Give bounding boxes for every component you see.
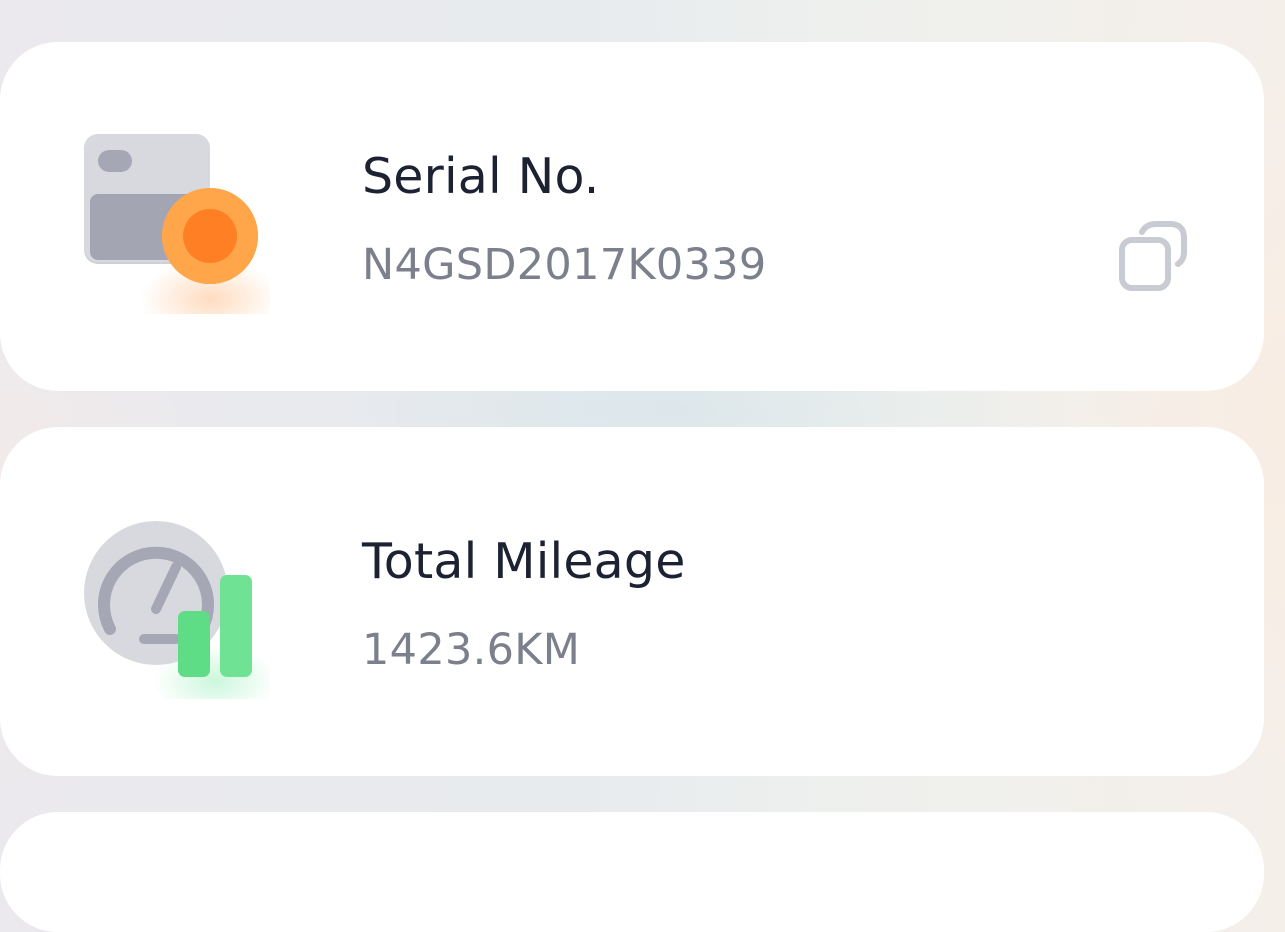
total-mileage-title: Total Mileage	[362, 533, 686, 590]
total-mileage-value: 1423.6KM	[362, 625, 581, 675]
copy-icon[interactable]	[1112, 218, 1192, 298]
serial-number-value: N4GSD2017K0339	[362, 240, 767, 290]
total-mileage-card: Total Mileage 1423.6KM	[0, 427, 1264, 776]
odometer-icon	[80, 519, 270, 699]
serial-card-icon	[80, 134, 270, 314]
serial-number-card: Serial No. N4GSD2017K0339	[0, 42, 1264, 391]
next-card-partial	[0, 812, 1264, 932]
serial-number-title: Serial No.	[362, 148, 600, 205]
